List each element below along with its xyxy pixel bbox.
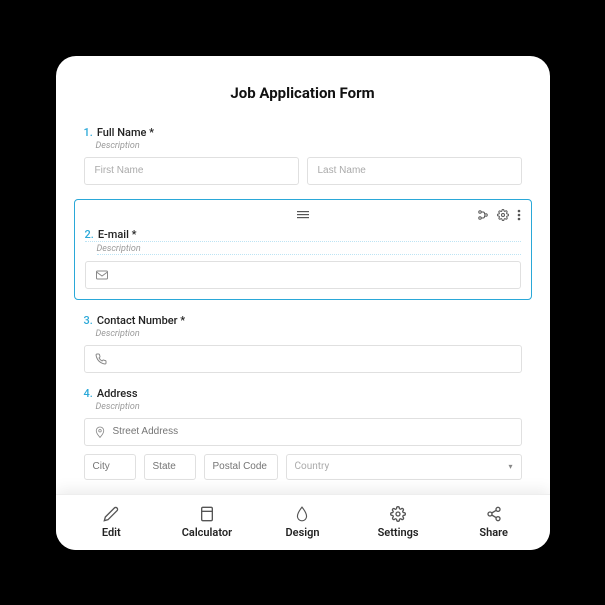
field-number: 4. — [84, 387, 93, 400]
field-fullname[interactable]: 1. Full Name * Description — [80, 126, 526, 185]
field-label: Full Name * — [97, 126, 154, 139]
field-toolbar — [85, 206, 521, 224]
city-input[interactable] — [84, 454, 136, 480]
street-input[interactable] — [113, 426, 511, 437]
nav-label: Settings — [378, 526, 419, 539]
email-input[interactable] — [116, 269, 510, 280]
chevron-down-icon: ▾ — [508, 462, 512, 471]
email-input-wrapper — [85, 261, 521, 289]
field-label-row: 1. Full Name * — [84, 126, 522, 139]
drag-handle-icon[interactable] — [297, 211, 309, 219]
field-label: E-mail * — [98, 228, 137, 241]
field-address[interactable]: 4. Address Description Country ▾ — [80, 387, 526, 480]
bottom-nav: Edit Calculator Design Settings Share — [56, 494, 550, 550]
field-number: 2. — [85, 228, 94, 241]
street-input-wrapper — [84, 418, 522, 446]
postal-input[interactable] — [204, 454, 278, 480]
state-input[interactable] — [144, 454, 196, 480]
logic-icon[interactable] — [477, 209, 489, 221]
contact-input-wrapper — [84, 345, 522, 373]
nav-label: Design — [285, 526, 319, 539]
field-label: Address — [97, 387, 138, 400]
field-label-row: 2. E-mail * — [85, 228, 521, 242]
gear-icon[interactable] — [497, 209, 509, 221]
field-description: Description — [96, 329, 522, 339]
nav-settings[interactable]: Settings — [350, 505, 446, 539]
name-input-row — [84, 157, 522, 185]
phone-icon — [95, 353, 107, 365]
field-label-row: 3. Contact Number * — [84, 314, 522, 327]
gear-icon — [390, 505, 406, 523]
form-builder-window: Job Application Form 1. Full Name * Desc… — [56, 56, 550, 550]
drop-icon — [295, 505, 309, 523]
field-label-row: 4. Address — [84, 387, 522, 400]
nav-design[interactable]: Design — [255, 505, 351, 539]
field-description: Description — [96, 141, 522, 151]
nav-share[interactable]: Share — [446, 505, 542, 539]
pencil-icon — [103, 505, 119, 523]
field-description: Description — [97, 244, 521, 255]
more-icon[interactable] — [517, 209, 521, 221]
form-title[interactable]: Job Application Form — [80, 84, 526, 102]
country-select[interactable]: Country ▾ — [286, 454, 522, 480]
envelope-icon — [96, 270, 108, 280]
nav-label: Share — [479, 526, 508, 539]
nav-edit[interactable]: Edit — [64, 505, 160, 539]
field-label: Contact Number * — [97, 314, 185, 327]
form-canvas: Job Application Form 1. Full Name * Desc… — [56, 56, 550, 494]
address-row-2: Country ▾ — [84, 454, 522, 480]
last-name-input[interactable] — [307, 157, 522, 185]
field-number: 3. — [84, 314, 93, 327]
calculator-icon — [199, 505, 215, 523]
field-email-selected[interactable]: 2. E-mail * Description — [74, 199, 532, 300]
pin-icon — [95, 426, 105, 438]
nav-calculator[interactable]: Calculator — [159, 505, 255, 539]
country-placeholder: Country — [295, 461, 330, 472]
field-number: 1. — [84, 126, 93, 139]
share-icon — [486, 505, 502, 523]
contact-input[interactable] — [115, 353, 511, 364]
first-name-input[interactable] — [84, 157, 299, 185]
nav-label: Edit — [102, 526, 121, 539]
nav-label: Calculator — [182, 526, 232, 539]
field-contact[interactable]: 3. Contact Number * Description — [80, 314, 526, 373]
field-description: Description — [96, 402, 522, 412]
